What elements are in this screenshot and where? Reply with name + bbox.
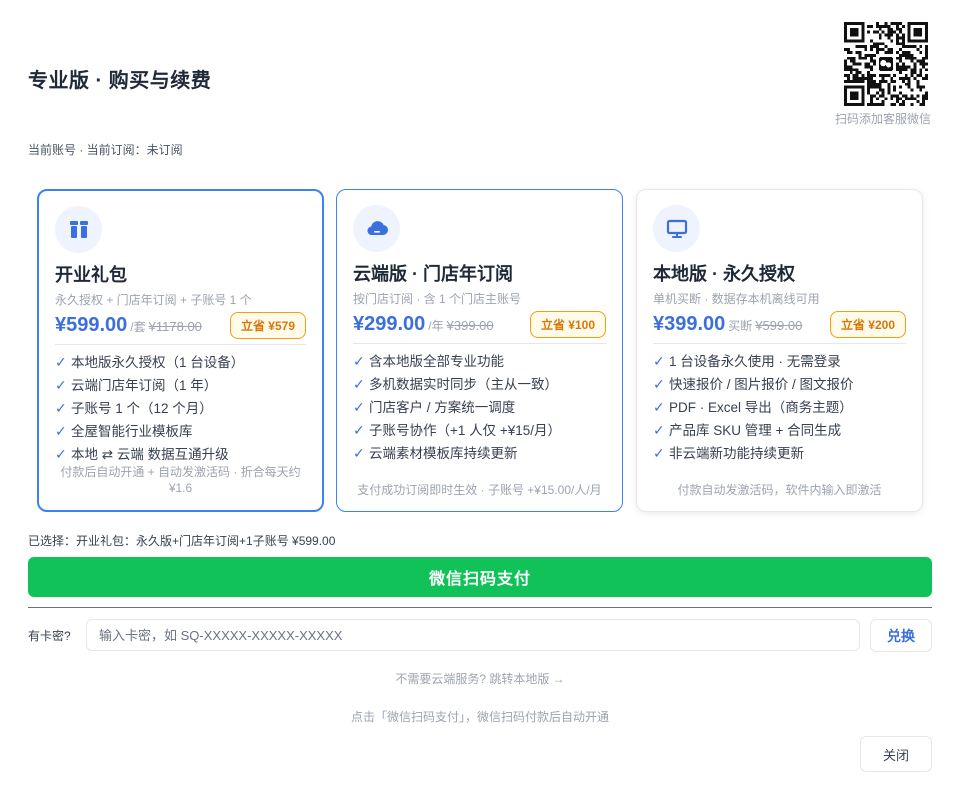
plan-unit: /年 — [428, 319, 444, 333]
feature-item: ✓ 产品库 SKU 管理 + 合同生成 — [653, 419, 854, 442]
save-badge: 立省 ¥579 — [229, 312, 306, 339]
feature-item: ✓ 子账号 1 个（12 个月） — [55, 397, 244, 420]
feature-item: ✓ 多机数据实时同步（主从一致） — [353, 373, 561, 396]
price-row: ¥599.00 /套 ¥1178.00 — [55, 314, 202, 337]
payment-hint: 点击「微信扫码支付」，微信扫码付款后自动开通 — [350, 710, 609, 724]
selection-summary: 已选择：开业礼包：永久版+门店年订阅+1子账号 ¥599.00 — [28, 534, 336, 548]
plan-name: 本地版 · 永久授权 — [653, 264, 795, 284]
plan-subtitle: 按门店订阅 · 含 1 个门店主账号 — [353, 292, 522, 306]
monitor-icon — [666, 219, 687, 238]
qr-panel: 扫码添加客服微信 — [835, 22, 936, 127]
divider — [55, 344, 306, 345]
feature-text: 非云端新功能持续更新 — [669, 446, 804, 461]
redeem-button[interactable]: 兑换 — [870, 619, 932, 652]
check-icon: ✓ — [653, 376, 665, 392]
redeem-label: 有卡密? — [28, 629, 71, 643]
feature-text: 子账号 1 个（12 个月） — [71, 401, 213, 416]
check-icon: ✓ — [353, 399, 365, 415]
feature-item: ✓ 云端素材模板库持续更新 — [353, 442, 561, 465]
plan-footer: 支付成功订阅即时生效 · 子账号 +¥15.00/人/月 — [357, 483, 602, 497]
plan-price: ¥399.00 — [653, 313, 726, 335]
feature-text: 快速报价 / 图片报价 / 图文报价 — [669, 377, 854, 392]
feature-item: ✓ 全屋智能行业模板库 — [55, 420, 244, 443]
feature-text: 云端门店年订阅（1 年） — [71, 378, 218, 393]
feature-text: 全屋智能行业模板库 — [71, 424, 193, 439]
check-icon: ✓ — [653, 399, 665, 415]
qr-code — [844, 22, 928, 106]
feature-item: ✓ 含本地版全部专业功能 — [353, 350, 561, 373]
divider — [28, 607, 932, 608]
page-title: 专业版 · 购买与续费 — [28, 70, 212, 92]
feature-item: ✓ 本地 ⇄ 云端 数据互通升级 — [55, 443, 244, 466]
plan-original-price: ¥599.00 — [755, 318, 803, 333]
feature-list: ✓ 含本地版全部专业功能 ✓ 多机数据实时同步（主从一致） ✓ 门店客户 / 方案统一… — [353, 350, 561, 465]
plan-unit: 买断 — [728, 319, 753, 333]
account-status: 当前账号 · 当前订阅：未订阅 — [28, 143, 183, 157]
divider — [653, 343, 906, 344]
save-badge: 立省 ¥100 — [529, 311, 606, 338]
check-icon: ✓ — [653, 422, 665, 438]
feature-item: ✓ 快速报价 / 图片报价 / 图文报价 — [653, 373, 854, 396]
wechat-pay-button[interactable]: 微信扫码支付 — [28, 557, 932, 597]
feature-text: 门店客户 / 方案统一调度 — [369, 400, 516, 415]
feature-text: 本地 ⇄ 云端 数据互通升级 — [71, 447, 229, 462]
check-icon: ✓ — [353, 376, 365, 392]
plan-icon-wrap — [653, 205, 700, 252]
plan-original-price: ¥399.00 — [446, 318, 494, 333]
check-icon: ✓ — [55, 377, 67, 393]
feature-item: ✓ 1 台设备永久使用 · 无需登录 — [653, 350, 854, 373]
plan-icon-wrap — [55, 206, 102, 253]
plan-card-starter-pack[interactable]: 开业礼包 永久授权 + 门店年订阅 + 子账号 1 个 ¥599.00 /套 ¥… — [37, 189, 324, 512]
redeem-code-input[interactable] — [86, 619, 860, 651]
plan-unit: /套 — [130, 320, 146, 334]
feature-text: PDF · Excel 导出（商务主题） — [669, 400, 853, 415]
feature-text: 含本地版全部专业功能 — [369, 354, 504, 369]
save-badge: 立省 ¥200 — [829, 311, 906, 338]
qr-caption: 扫码添加客服微信 — [834, 112, 931, 126]
price-row: ¥399.00 买断 ¥599.00 — [653, 313, 802, 336]
feature-text: 云端素材模板库持续更新 — [369, 446, 518, 461]
plan-icon-wrap — [353, 205, 400, 252]
cloud-icon — [366, 220, 388, 235]
plan-subtitle: 单机买断 · 数据存本机离线可用 — [653, 292, 820, 306]
feature-list: ✓ 1 台设备永久使用 · 无需登录 ✓ 快速报价 / 图片报价 / 图文报价 ✓ P… — [653, 350, 854, 465]
check-icon: ✓ — [353, 353, 365, 369]
check-icon: ✓ — [55, 400, 67, 416]
feature-item: ✓ 非云端新功能持续更新 — [653, 442, 854, 465]
check-icon: ✓ — [353, 445, 365, 461]
plan-original-price: ¥1178.00 — [148, 319, 202, 334]
feature-text: 1 台设备永久使用 · 无需登录 — [669, 354, 841, 369]
feature-text: 产品库 SKU 管理 + 合同生成 — [669, 423, 842, 438]
switch-to-local-link[interactable]: 不需要云端服务? 跳转本地版 → — [0, 670, 960, 687]
check-icon: ✓ — [55, 446, 67, 462]
check-icon: ✓ — [353, 422, 365, 438]
plan-name: 开业礼包 — [55, 265, 127, 285]
plan-footer: 付款自动发激活码，软件内输入即激活 — [677, 483, 882, 497]
gift-icon — [69, 220, 88, 238]
close-button[interactable]: 关闭 — [860, 736, 932, 772]
divider — [353, 343, 606, 344]
plan-price: ¥299.00 — [353, 313, 426, 335]
feature-text: 本地版永久授权（1 台设备） — [71, 355, 245, 370]
check-icon: ✓ — [653, 445, 665, 461]
check-icon: ✓ — [55, 354, 67, 370]
feature-list: ✓ 本地版永久授权（1 台设备） ✓ 云端门店年订阅（1 年） ✓ 子账号 1 个（1… — [55, 351, 244, 466]
plan-footer: 付款后自动开通 + 自动发激活码 · 折合每天约 ¥1.6 — [60, 465, 301, 495]
plan-card-cloud[interactable]: 云端版 · 门店年订阅 按门店订阅 · 含 1 个门店主账号 ¥299.00 /… — [336, 189, 623, 512]
feature-item: ✓ 本地版永久授权（1 台设备） — [55, 351, 244, 374]
feature-text: 子账号协作（+1 人仅 +¥15/月） — [369, 423, 562, 438]
feature-item: ✓ 门店客户 / 方案统一调度 — [353, 396, 561, 419]
price-row: ¥299.00 /年 ¥399.00 — [353, 313, 494, 336]
feature-item: ✓ 云端门店年订阅（1 年） — [55, 374, 244, 397]
plan-name: 云端版 · 门店年订阅 — [353, 264, 513, 284]
plan-price: ¥599.00 — [55, 314, 128, 336]
plan-card-local[interactable]: 本地版 · 永久授权 单机买断 · 数据存本机离线可用 ¥399.00 买断 ¥… — [636, 189, 923, 512]
check-icon: ✓ — [653, 353, 665, 369]
feature-item: ✓ 子账号协作（+1 人仅 +¥15/月） — [353, 419, 561, 442]
check-icon: ✓ — [55, 423, 67, 439]
plan-subtitle: 永久授权 + 门店年订阅 + 子账号 1 个 — [55, 293, 252, 307]
feature-item: ✓ PDF · Excel 导出（商务主题） — [653, 396, 854, 419]
feature-text: 多机数据实时同步（主从一致） — [369, 377, 558, 392]
